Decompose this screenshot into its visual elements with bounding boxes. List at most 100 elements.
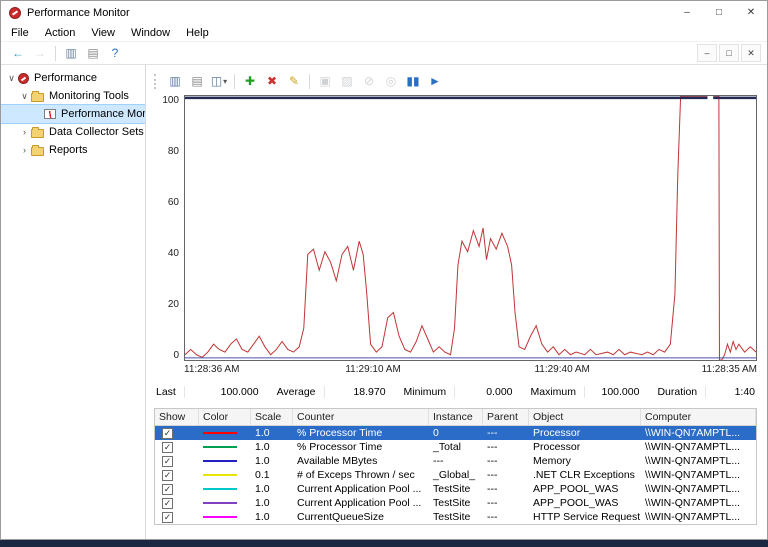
column-header-scale[interactable]: Scale (251, 409, 293, 425)
computer-cell: \\WIN-QN7AMPTL... (645, 455, 741, 467)
chevron-expanded-icon[interactable]: ∨ (5, 73, 18, 84)
scale-cell: 1.0 (255, 441, 270, 453)
show-checkbox[interactable]: ✓ (162, 483, 173, 495)
show-checkbox[interactable]: ✓ (162, 497, 173, 509)
y-tick-label: 0 (173, 350, 179, 361)
color-swatch (203, 502, 237, 504)
delete-icon[interactable]: ✖ (261, 71, 283, 91)
show-checkbox[interactable]: ✓ (162, 469, 173, 481)
color-swatch (203, 460, 237, 462)
stat-value: 100.000 (601, 386, 640, 398)
properties-icon[interactable]: ▤ (82, 43, 104, 63)
show-checkbox[interactable]: ✓ (162, 455, 173, 467)
instance-cell: _Global_ (433, 469, 476, 481)
object-cell: Memory (533, 455, 571, 467)
clear-display-icon: ⊘ (358, 71, 380, 91)
forward-icon: → (34, 46, 46, 60)
back-icon[interactable]: ← (7, 43, 29, 63)
show-cell: ✓ (155, 440, 199, 454)
tree-item-performance-monitor[interactable]: Performance Monitor (1, 104, 145, 124)
counter-row[interactable]: ✓ 1.0 Available MBytes --- --- Memory \\WIN-QN… (155, 454, 756, 468)
chart-svg (185, 96, 756, 360)
stats-bar: Last 100.000 Average 18.970 Minimum 0.000 Maxi… (154, 382, 757, 402)
parent-cell: --- (487, 497, 498, 509)
scale-cell: 1.0 (255, 511, 270, 523)
chevron-collapsed-icon[interactable]: › (18, 127, 31, 137)
y-tick-label: 80 (167, 146, 179, 157)
object-cell: Processor (533, 441, 581, 453)
color-cell (199, 510, 251, 524)
change-graph-type-icon[interactable]: ◫ ▾ (208, 71, 230, 91)
child-restore-button[interactable]: □ (719, 44, 739, 62)
child-window-controls: – □ ✕ (695, 44, 761, 62)
chevron-collapsed-icon[interactable]: › (18, 145, 31, 155)
menu-action[interactable]: Action (37, 25, 84, 41)
maximize-button[interactable]: □ (703, 1, 735, 24)
minimize-button[interactable]: – (671, 1, 703, 24)
tree-item-performance[interactable]: ∨ Performance (1, 69, 145, 87)
copy-properties-icon: ▣ (319, 74, 331, 88)
counter-row[interactable]: ✓ 1.0 % Processor Time _Total --- Processor \\… (155, 440, 756, 454)
show-console-tree-icon[interactable]: ▥ (60, 43, 82, 63)
column-header-object[interactable]: Object (529, 409, 641, 425)
column-header-color[interactable]: Color (199, 409, 251, 425)
series-processor-time-processor-0 (185, 96, 707, 357)
help-icon[interactable]: ? (104, 43, 126, 63)
instance-cell: --- (433, 455, 444, 467)
view-current-activity-icon[interactable]: ▥ (164, 71, 186, 91)
chevron-expanded-icon[interactable]: ∨ (18, 91, 31, 102)
column-header-instance[interactable]: Instance (429, 409, 483, 425)
child-minimize-button[interactable]: – (697, 44, 717, 62)
menu-help[interactable]: Help (178, 25, 217, 41)
series-processor-time-processor-0 (713, 96, 756, 360)
performance-monitor-window: Performance Monitor – □ ✕ File Action View… (0, 0, 768, 540)
taskbar-strip[interactable] (0, 540, 768, 547)
menu-window[interactable]: Window (123, 25, 178, 41)
menu-file[interactable]: File (3, 25, 37, 41)
highlight-icon[interactable]: ✎ (283, 71, 305, 91)
console-toolbar-row: ← → ▥ ▤? – □ ✕ (1, 42, 767, 65)
color-cell (199, 454, 251, 468)
y-tick-label: 60 (167, 197, 179, 208)
chart-plot[interactable] (184, 95, 757, 361)
tree-label: Performance Monitor (61, 108, 145, 120)
close-button[interactable]: ✕ (735, 1, 767, 24)
toolbar-gripper (154, 73, 158, 89)
add-counter-icon[interactable]: ✚ (239, 71, 261, 91)
counter-row[interactable]: ✓ 1.0 CurrentQueueSize TestSite --- HTTP Serv… (155, 510, 756, 524)
perf-icon (18, 72, 29, 84)
column-header-parent[interactable]: Parent (483, 409, 529, 425)
update-data-icon[interactable]: ► (424, 71, 446, 91)
back-icon: ← (12, 46, 24, 60)
tree-label: Reports (49, 144, 88, 156)
tree-item-reports[interactable]: › Reports (1, 141, 145, 159)
column-header-show[interactable]: Show (155, 409, 199, 425)
counter-row[interactable]: ✓ 0.1 # of Exceps Thrown / sec _Global_ ---.… (155, 468, 756, 482)
show-checkbox[interactable]: ✓ (162, 511, 173, 523)
paste-counter-list-icon: ▨ (336, 71, 358, 91)
child-close-button[interactable]: ✕ (741, 44, 761, 62)
parent-cell: --- (487, 483, 498, 495)
menu-view[interactable]: View (83, 25, 123, 41)
color-swatch (203, 516, 237, 518)
parent-cell: --- (487, 511, 498, 523)
stat-last: Last 100.000 (154, 386, 275, 398)
add-counter-icon: ✚ (244, 74, 256, 88)
show-checkbox[interactable]: ✓ (162, 427, 173, 439)
console-toolbar: ← → ▥ ▤? (7, 43, 126, 63)
counter-row[interactable]: ✓ 1.0 Current Application Pool ... TestSite… (155, 496, 756, 510)
y-axis: 100 80 60 40 20 0 (154, 95, 184, 361)
tree-item-monitoring-tools[interactable]: ∨ Monitoring Tools (1, 87, 145, 105)
show-checkbox[interactable]: ✓ (162, 441, 173, 453)
change-graph-type-icon: ◫ (210, 74, 223, 88)
object-cell: APP_POOL_WAS (533, 497, 619, 509)
graph-toolbar-row: ▥ ▤ ◫ ▾ ✚ ✖ ✎ ▣ ▨ ⊘ ◎ ▮▮ ► (154, 69, 757, 93)
stat-average: Average 18.970 (275, 386, 402, 398)
counter-row[interactable]: ✓ 1.0 % Processor Time 0 --- Processor \\WIN-Q… (155, 426, 756, 440)
counter-row[interactable]: ✓ 1.0 Current Application Pool ... TestSite… (155, 482, 756, 496)
freeze-display-icon[interactable]: ▮▮ (402, 71, 424, 91)
column-header-counter[interactable]: Counter (293, 409, 429, 425)
view-log-data-icon[interactable]: ▤ (186, 71, 208, 91)
tree-item-data-collector-sets[interactable]: › Data Collector Sets (1, 123, 145, 141)
column-header-computer[interactable]: Computer (641, 409, 756, 425)
